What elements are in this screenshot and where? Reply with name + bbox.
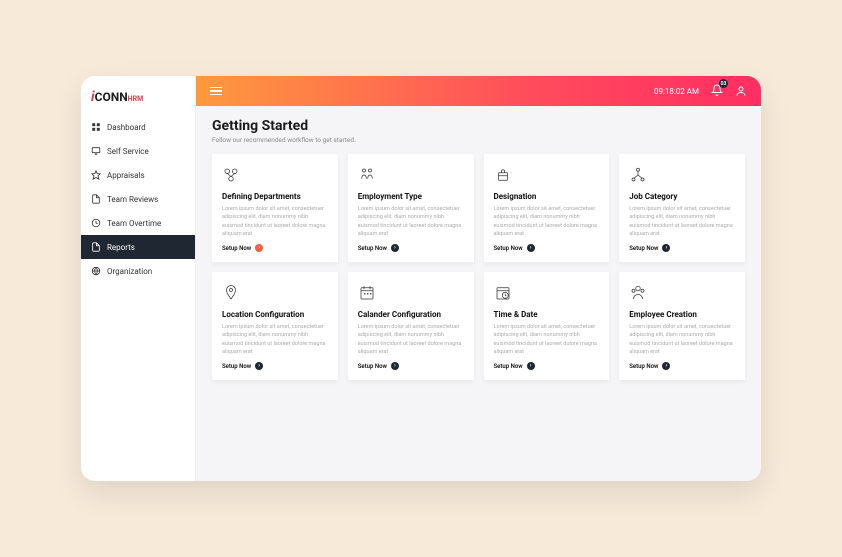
sidebar-nav: Dashboard Self Service Appraisals Team R… bbox=[81, 115, 195, 283]
time-date-icon bbox=[494, 282, 600, 304]
card-desc: Lorem ipsum dolor sit amet, consectetuer… bbox=[222, 323, 328, 356]
arrow-icon bbox=[662, 244, 670, 252]
setup-now-button[interactable]: Setup Now bbox=[629, 244, 735, 252]
calendar-icon bbox=[358, 282, 464, 304]
card-title: Designation bbox=[494, 192, 600, 201]
logo: iCONNHRM bbox=[81, 76, 195, 115]
notifications-button[interactable]: 03 bbox=[711, 84, 723, 98]
setup-now-button[interactable]: Setup Now bbox=[629, 362, 735, 370]
card-title: Job Category bbox=[629, 192, 735, 201]
sidebar-item-dashboard[interactable]: Dashboard bbox=[81, 115, 195, 139]
card-title: Defining Departments bbox=[222, 192, 328, 201]
card-location-configuration: Location Configuration Lorem ipsum dolor… bbox=[212, 272, 338, 380]
card-desc: Lorem ipsum dolor sit amet, consectetuer… bbox=[222, 205, 328, 238]
sidebar-item-label: Team Reviews bbox=[107, 195, 158, 204]
sidebar-item-label: Self Service bbox=[107, 147, 149, 156]
card-desc: Lorem ipsum dolor sit amet, consectetuer… bbox=[629, 323, 735, 356]
arrow-icon bbox=[391, 362, 399, 370]
card-action-label: Setup Now bbox=[222, 363, 251, 370]
departments-icon bbox=[222, 164, 328, 186]
card-title: Employee Creation bbox=[629, 310, 735, 319]
card-calendar-configuration: Calander Configuration Lorem ipsum dolor… bbox=[348, 272, 474, 380]
employee-icon bbox=[629, 282, 735, 304]
sidebar-item-label: Team Overtime bbox=[107, 219, 161, 228]
card-employment-type: Employment Type Lorem ipsum dolor sit am… bbox=[348, 154, 474, 262]
arrow-icon bbox=[527, 362, 535, 370]
card-title: Calander Configuration bbox=[358, 310, 464, 319]
arrow-icon bbox=[527, 244, 535, 252]
arrow-icon bbox=[391, 244, 399, 252]
sidebar-item-appraisals[interactable]: Appraisals bbox=[81, 163, 195, 187]
card-desc: Lorem ipsum dolor sit amet, consectetuer… bbox=[358, 205, 464, 238]
setup-now-button[interactable]: Setup Now bbox=[222, 244, 328, 252]
logo-conn: CONN bbox=[95, 90, 128, 104]
topbar: 09:18:02 AM 03 bbox=[196, 76, 761, 106]
employment-icon bbox=[358, 164, 464, 186]
card-action-label: Setup Now bbox=[494, 245, 523, 252]
sidebar-item-label: Organization bbox=[107, 267, 152, 276]
card-action-label: Setup Now bbox=[494, 363, 523, 370]
card-desc: Lorem ipsum dolor sit amet, consectetuer… bbox=[629, 205, 735, 238]
setup-now-button[interactable]: Setup Now bbox=[222, 362, 328, 370]
arrow-icon bbox=[662, 362, 670, 370]
topbar-right: 09:18:02 AM 03 bbox=[654, 84, 747, 98]
user-icon[interactable] bbox=[735, 85, 747, 97]
card-grid: Defining Departments Lorem ipsum dolor s… bbox=[212, 154, 745, 380]
sidebar-item-self-service[interactable]: Self Service bbox=[81, 139, 195, 163]
sidebar-item-label: Dashboard bbox=[107, 123, 146, 132]
setup-now-button[interactable]: Setup Now bbox=[358, 244, 464, 252]
card-desc: Lorem ipsum dolor sit amet, consectetuer… bbox=[494, 323, 600, 356]
sidebar-item-label: Reports bbox=[107, 243, 135, 252]
card-time-date: Time & Date Lorem ipsum dolor sit amet, … bbox=[484, 272, 610, 380]
job-category-icon bbox=[629, 164, 735, 186]
sidebar-item-organization[interactable]: Organization bbox=[81, 259, 195, 283]
card-title: Time & Date bbox=[494, 310, 600, 319]
document-icon bbox=[91, 194, 101, 204]
star-icon bbox=[91, 170, 101, 180]
card-employee-creation: Employee Creation Lorem ipsum dolor sit … bbox=[619, 272, 745, 380]
arrow-icon bbox=[255, 362, 263, 370]
card-desc: Lorem ipsum dolor sit amet, consectetuer… bbox=[358, 323, 464, 356]
file-icon bbox=[91, 242, 101, 252]
clock-text: 09:18:02 AM bbox=[654, 87, 699, 96]
card-action-label: Setup Now bbox=[222, 245, 251, 252]
logo-hrm: HRM bbox=[128, 95, 144, 103]
card-action-label: Setup Now bbox=[629, 363, 658, 370]
designation-icon bbox=[494, 164, 600, 186]
sidebar-item-label: Appraisals bbox=[107, 171, 145, 180]
notification-badge: 03 bbox=[719, 79, 728, 88]
sidebar-item-reports[interactable]: Reports bbox=[81, 235, 195, 259]
card-action-label: Setup Now bbox=[629, 245, 658, 252]
hamburger-menu[interactable] bbox=[210, 87, 222, 96]
card-action-label: Setup Now bbox=[358, 245, 387, 252]
card-designation: Designation Lorem ipsum dolor sit amet, … bbox=[484, 154, 610, 262]
monitor-icon bbox=[91, 146, 101, 156]
card-job-category: Job Category Lorem ipsum dolor sit amet,… bbox=[619, 154, 745, 262]
card-desc: Lorem ipsum dolor sit amet, consectetuer… bbox=[494, 205, 600, 238]
page-subtitle: Follow our recommended workflow to get s… bbox=[212, 136, 745, 144]
app-window: iCONNHRM Dashboard Self Service Appraisa… bbox=[81, 76, 761, 481]
setup-now-button[interactable]: Setup Now bbox=[494, 244, 600, 252]
sidebar-item-team-overtime[interactable]: Team Overtime bbox=[81, 211, 195, 235]
arrow-icon bbox=[255, 244, 263, 252]
card-title: Location Configuration bbox=[222, 310, 328, 319]
clock-icon bbox=[91, 218, 101, 228]
dashboard-icon bbox=[91, 122, 101, 132]
location-icon bbox=[222, 282, 328, 304]
main-area: 09:18:02 AM 03 Getting Started Follow ou… bbox=[196, 76, 761, 481]
page-title: Getting Started bbox=[212, 118, 745, 134]
globe-icon bbox=[91, 266, 101, 276]
card-action-label: Setup Now bbox=[358, 363, 387, 370]
setup-now-button[interactable]: Setup Now bbox=[494, 362, 600, 370]
card-title: Employment Type bbox=[358, 192, 464, 201]
card-defining-departments: Defining Departments Lorem ipsum dolor s… bbox=[212, 154, 338, 262]
setup-now-button[interactable]: Setup Now bbox=[358, 362, 464, 370]
sidebar: iCONNHRM Dashboard Self Service Appraisa… bbox=[81, 76, 196, 481]
sidebar-item-team-reviews[interactable]: Team Reviews bbox=[81, 187, 195, 211]
content: Getting Started Follow our recommended w… bbox=[196, 106, 761, 481]
